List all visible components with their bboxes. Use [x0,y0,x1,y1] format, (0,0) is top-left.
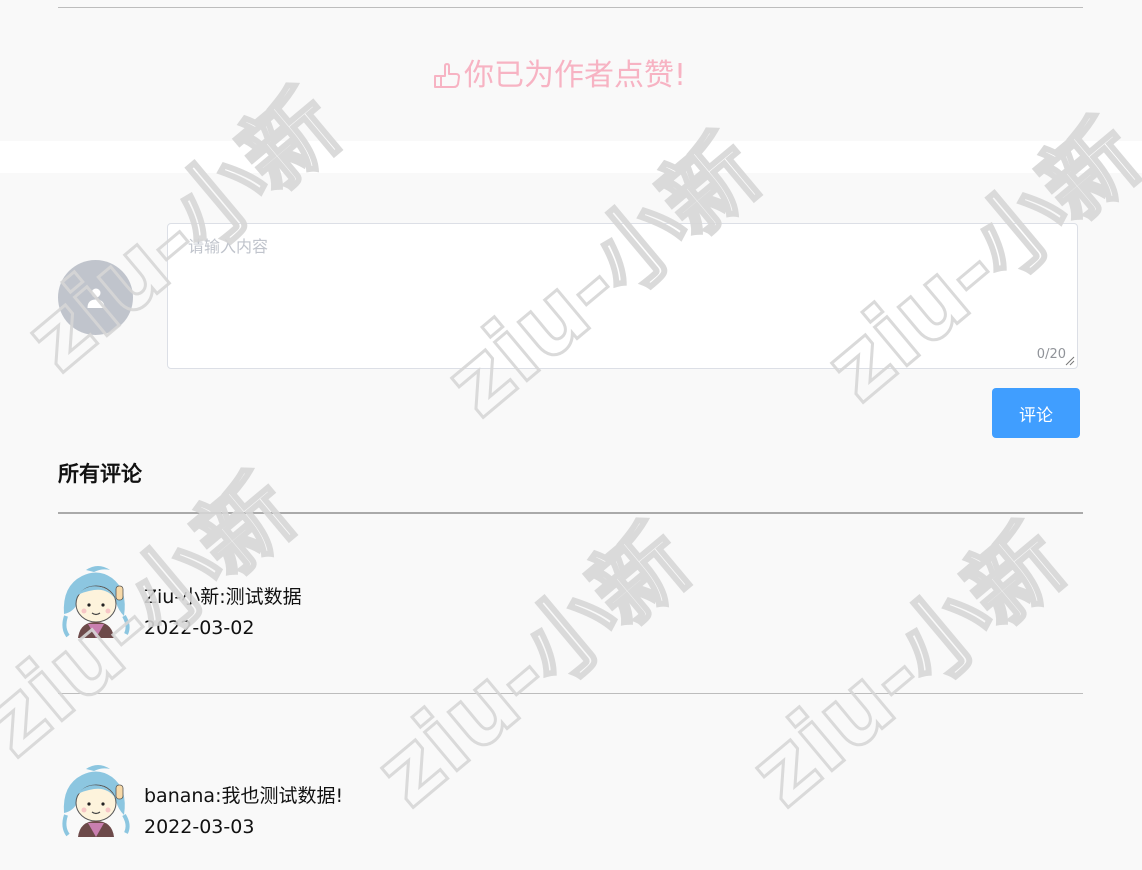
thumb-up-icon [434,63,460,88]
like-status: 你已为作者点赞! [432,56,686,96]
commenter-avatar [62,765,130,837]
comment-body: banana:我也测试数据! 2022-03-03 [144,781,343,843]
comment-line: banana:我也测试数据! [144,785,344,807]
commenter-avatar [62,566,130,638]
section-gap [0,141,1142,173]
current-user-avatar [58,260,133,335]
comment-date: 2022-03-02 [144,617,255,639]
comment-user: Ziu-小新 [144,586,220,608]
comment-date: 2022-03-03 [144,816,255,838]
comment-user: banana [144,785,216,807]
word-count: 0/20 [1036,347,1066,362]
comment-input[interactable] [168,224,1077,368]
comment-text: 我也测试数据! [221,785,344,807]
user-icon [87,288,104,308]
comment-item: Ziu-小新:测试数据 2022-03-02 [58,562,1058,639]
comments-heading: 所有评论 [58,462,142,486]
comment-text: 测试数据 [225,586,302,608]
comment-divider [58,693,1083,694]
submit-comment-button[interactable]: 评论 [992,388,1080,438]
comment-line: Ziu-小新:测试数据 [144,586,302,608]
comments-divider [58,512,1083,514]
resize-handle-icon[interactable] [1065,356,1075,366]
comment-item: banana:我也测试数据! 2022-03-03 [58,761,1058,838]
comment-textarea-wrapper: 0/20 [167,223,1078,369]
like-message: 你已为作者点赞! [464,58,687,93]
comment-body: Ziu-小新:测试数据 2022-03-02 [144,582,302,644]
